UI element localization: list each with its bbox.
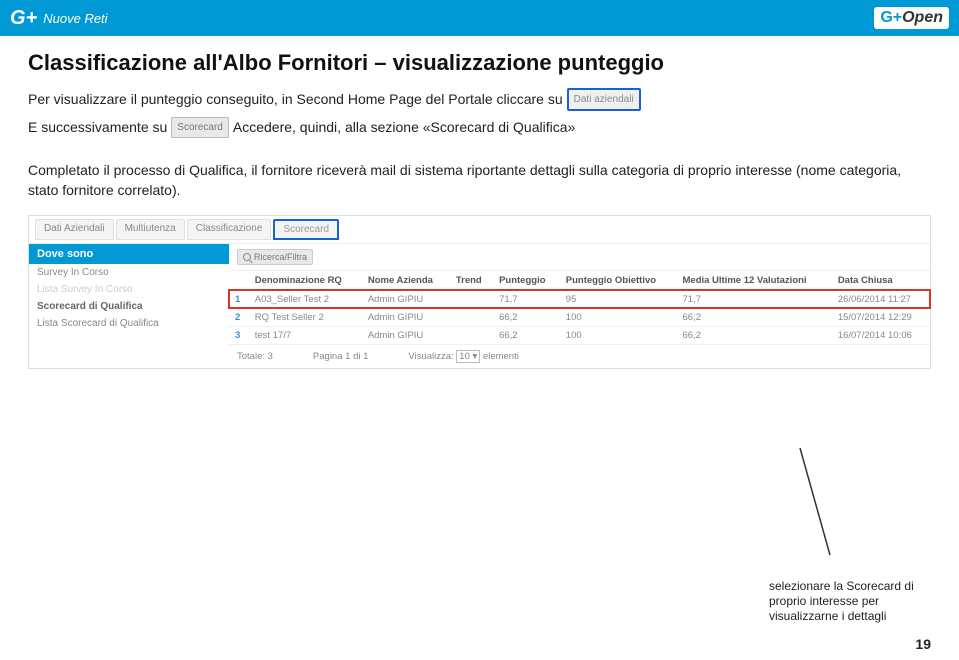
cell-po: 100 [560,308,677,326]
col-trend: Trend [450,271,493,291]
col-index [229,271,249,291]
cell-index: 2 [229,308,249,326]
tab-multiutenza[interactable]: Multiutenza [116,219,185,240]
cell-az: Admin GIPIU [362,290,450,308]
tab-dati-aziendali[interactable]: Dati Aziendali [35,219,114,240]
col-nome-azienda: Nome Azienda [362,271,450,291]
logo-nuove-reti: Nuove Reti [43,11,107,26]
left-panel-header: Dove sono [29,244,229,264]
col-punteggio-obiettivo: Punteggio Obiettivo [560,271,677,291]
logo-right: G+ Open [874,7,949,29]
cell-den: RQ Test Seller 2 [249,308,362,326]
cell-dc: 26/06/2014 11:27 [832,290,930,308]
paragraph-completion: Completato il processo di Qualifica, il … [28,160,931,201]
cell-trend [450,326,493,344]
sidebar-item-lista-scorecard[interactable]: Lista Scorecard di Qualifica [29,315,229,332]
cell-den: test 17/7 [249,326,362,344]
cell-dc: 16/07/2014 10:06 [832,326,930,344]
cell-punteggio: 66,2 [493,308,560,326]
sidebar-item-survey[interactable]: Survey In Corso [29,264,229,281]
col-denominazione: Denominazione RQ [249,271,362,291]
intro-line2b: Accedere, quindi, alla sezione «Scorecar… [233,117,575,138]
cell-punteggio: 71,7 [493,290,560,308]
sidebar-item-scorecard-qualifica[interactable]: Scorecard di Qualifica [29,298,229,315]
col-media: Media Ultime 12 Valutazioni [677,271,832,291]
page-number: 19 [915,636,931,652]
right-panel: Ricerca/Filtra Denominazione RQ Nome Azi… [229,244,930,368]
footer-vis-suffix: elementi [483,351,519,362]
page-size-select[interactable]: 10 ▾ [456,350,480,363]
footer-vis-label: Visualizza: [408,351,453,362]
intro-line1: Per visualizzare il punteggio conseguito… [28,89,563,110]
tab-classificazione[interactable]: Classificazione [187,219,272,240]
search-filter-label: Ricerca/Filtra [254,252,307,262]
tab-scorecard[interactable]: Scorecard [273,219,339,240]
callout-text: selezionare la Scorecard di proprio inte… [769,579,919,624]
cell-trend [450,290,493,308]
scorecard-table: Denominazione RQ Nome Azienda Trend Punt… [229,271,930,345]
table-row[interactable]: 2 RQ Test Seller 2 Admin GIPIU 66,2 100 … [229,308,930,326]
page-title: Classificazione all'Albo Fornitori – vis… [28,50,931,76]
footer-pagina: Pagina 1 di 1 [313,351,368,362]
cell-po: 100 [560,326,677,344]
table-footer: Totale: 3 Pagina 1 di 1 Visualizza: 10 ▾… [229,345,930,368]
cell-index: 3 [229,326,249,344]
logo-g-plus: G+ [10,7,37,30]
cell-index: 1 [229,290,249,308]
cell-media: 66,2 [677,308,832,326]
cell-az: Admin GIPIU [362,308,450,326]
dati-aziendali-button[interactable]: Dati aziendali [567,88,641,111]
intro-line2a: E successivamente su [28,117,167,138]
cell-az: Admin GIPIU [362,326,450,344]
app-screenshot: Dati Aziendali Multiutenza Classificazio… [28,215,931,369]
logo-left: G+ Nuove Reti [10,7,108,30]
logo-right-g: G+ [880,9,902,27]
cell-media: 66,2 [677,326,832,344]
cell-po: 95 [560,290,677,308]
cell-dc: 15/07/2014 12:29 [832,308,930,326]
table-row[interactable]: 1 A03_Seller Test 2 Admin GIPIU 71,7 95 … [229,290,930,308]
scorecard-button[interactable]: Scorecard [171,117,229,138]
right-toolbar: Ricerca/Filtra [229,244,930,271]
table-row[interactable]: 3 test 17/7 Admin GIPIU 66,2 100 66,2 16… [229,326,930,344]
tabs-row: Dati Aziendali Multiutenza Classificazio… [29,216,930,244]
col-data-chiusa: Data Chiusa [832,271,930,291]
cell-media: 71,7 [677,290,832,308]
cell-punteggio: 66,2 [493,326,560,344]
search-filter-button[interactable]: Ricerca/Filtra [237,249,313,265]
logo-right-open: Open [902,9,943,27]
sidebar-item-lista-survey[interactable]: Lista Survey In Corso [29,281,229,298]
left-panel: Dove sono Survey In Corso Lista Survey I… [29,244,229,368]
cell-trend [450,308,493,326]
header-bar: G+ Nuove Reti G+ Open [0,0,959,36]
cell-den: A03_Seller Test 2 [249,290,362,308]
search-icon [243,253,251,261]
footer-totale: Totale: 3 [237,351,273,362]
col-punteggio: Punteggio [493,271,560,291]
